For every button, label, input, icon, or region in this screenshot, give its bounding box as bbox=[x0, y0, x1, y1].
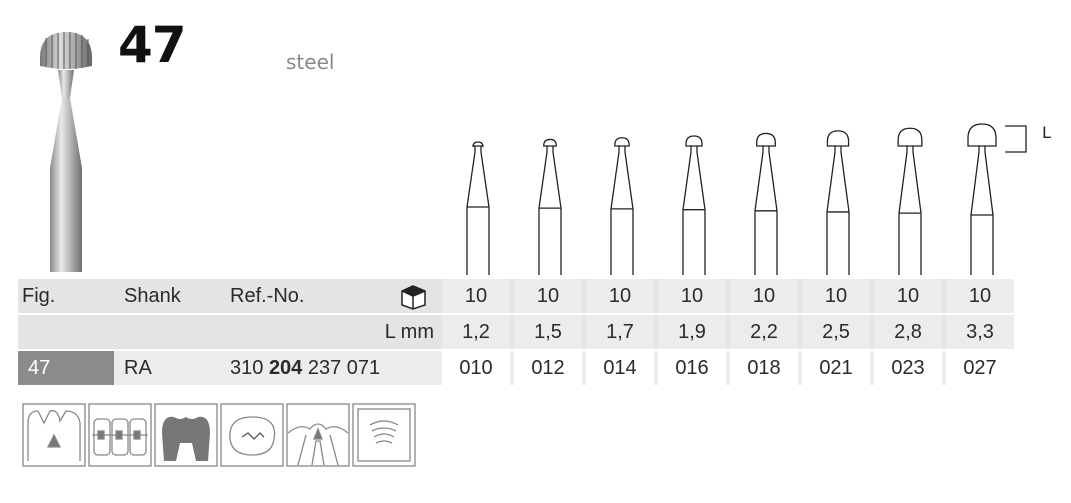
pack-qty: 10 bbox=[730, 279, 798, 313]
bur-drawing bbox=[826, 130, 850, 275]
pack-qty: 10 bbox=[586, 279, 654, 313]
crown-bridge-icon bbox=[88, 403, 152, 467]
length-value: 3,3 bbox=[946, 315, 1014, 349]
ref-prefix: 310 bbox=[230, 357, 264, 379]
length-value: 2,2 bbox=[730, 315, 798, 349]
ref-suffix: 237 071 bbox=[307, 357, 381, 379]
size-code: 010 bbox=[442, 351, 510, 385]
root-canal-icon bbox=[286, 403, 350, 467]
table-row-header: Fig. Shank Ref.-No. 10 10 10 10 10 10 10… bbox=[18, 279, 1014, 313]
size-code: 018 bbox=[730, 351, 798, 385]
length-value: 1,7 bbox=[586, 315, 654, 349]
pack-qty: 10 bbox=[802, 279, 870, 313]
product-photo-bur bbox=[40, 32, 92, 272]
length-unit-label: L mm bbox=[384, 321, 434, 343]
length-value: 2,5 bbox=[802, 315, 870, 349]
length-value: 1,5 bbox=[514, 315, 582, 349]
size-code: 027 bbox=[946, 351, 1014, 385]
fig-value: 47 bbox=[18, 351, 114, 385]
size-code: 012 bbox=[514, 351, 582, 385]
pack-qty: 10 bbox=[658, 279, 726, 313]
length-value: 1,2 bbox=[442, 315, 510, 349]
ref-number: 310 204 237 071 bbox=[230, 351, 380, 385]
size-code: 014 bbox=[586, 351, 654, 385]
bur-drawing bbox=[538, 138, 562, 275]
size-code: 023 bbox=[874, 351, 942, 385]
size-code: 021 bbox=[802, 351, 870, 385]
bur-drawing bbox=[466, 141, 490, 275]
header-shank: Shank bbox=[124, 285, 181, 307]
length-dimension-label: L bbox=[1042, 123, 1051, 142]
shank-value: RA bbox=[124, 357, 152, 379]
bur-drawing bbox=[682, 135, 706, 275]
figure-number-title: 47 bbox=[118, 16, 187, 74]
table-row-product: 47 RA 310 204 237 071 010 012 014 016 01… bbox=[18, 351, 1014, 385]
surgical-icon bbox=[352, 403, 416, 467]
bur-size-drawings: L bbox=[466, 123, 1051, 275]
bur-drawing bbox=[754, 132, 778, 275]
bur-drawing bbox=[610, 137, 634, 275]
header-fig: Fig. bbox=[22, 285, 56, 307]
ref-bold: 204 bbox=[268, 357, 303, 379]
molar-icon bbox=[154, 403, 218, 467]
bur-drawing bbox=[967, 123, 997, 275]
bur-drawing bbox=[897, 127, 923, 275]
length-dimension-marker bbox=[1005, 125, 1027, 153]
pack-qty: 10 bbox=[874, 279, 942, 313]
length-value: 2,8 bbox=[874, 315, 942, 349]
material-label: steel bbox=[286, 50, 335, 74]
package-box-icon bbox=[398, 279, 434, 313]
size-code: 016 bbox=[658, 351, 726, 385]
pack-qty: 10 bbox=[946, 279, 1014, 313]
application-icons bbox=[22, 403, 416, 467]
cavity-prep-icon bbox=[22, 403, 86, 467]
pack-qty: 10 bbox=[514, 279, 582, 313]
length-value: 1,9 bbox=[658, 315, 726, 349]
pack-qty: 10 bbox=[442, 279, 510, 313]
endodontic-access-icon bbox=[220, 403, 284, 467]
header-ref-no: Ref.-No. bbox=[230, 285, 305, 307]
table-row-lengths: L mm 1,2 1,5 1,7 1,9 2,2 2,5 2,8 3,3 bbox=[18, 315, 1014, 349]
